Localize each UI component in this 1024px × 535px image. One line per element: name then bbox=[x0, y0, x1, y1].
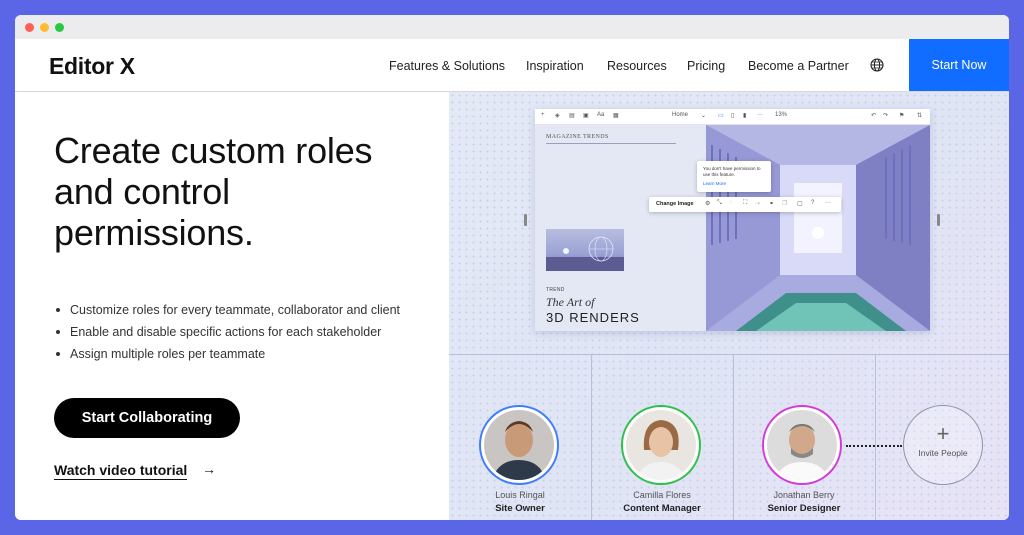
link-icon[interactable]: ⚭ bbox=[769, 200, 774, 207]
tablet-view-icon[interactable]: ▯ bbox=[731, 112, 734, 119]
media-icon[interactable]: ▣ bbox=[583, 112, 589, 119]
comment-icon[interactable]: ▢ bbox=[797, 200, 803, 207]
invite-people-button[interactable]: + Invite People bbox=[903, 405, 983, 485]
magazine-section: MAGAZINE TRENDS TREND The Art of 3D REND… bbox=[535, 125, 706, 331]
member-name: Camilla Flores bbox=[633, 490, 691, 500]
product-illustration: + ◈ ▤ ▣ Aa ▦ Home ⌄ ▭ ▯ ▮ ··· 13% ↶ ↷ ⚑ … bbox=[449, 92, 1009, 520]
help-icon[interactable]: ? bbox=[811, 200, 814, 206]
editor-x-logo[interactable]: Editor X bbox=[49, 53, 135, 80]
globe-icon[interactable] bbox=[870, 58, 884, 72]
more-options-icon[interactable]: ··· bbox=[825, 200, 831, 206]
nav-features-solutions[interactable]: Features & Solutions bbox=[389, 59, 505, 73]
crop-icon[interactable]: ⤡ bbox=[717, 200, 722, 207]
feature-item-customize: Customize roles for every teammate, coll… bbox=[54, 299, 400, 321]
nav-pricing[interactable]: Pricing bbox=[687, 59, 725, 73]
section-divider bbox=[449, 354, 1009, 355]
invite-people-label: Invite People bbox=[918, 448, 968, 458]
editor-toolbar: + ◈ ▤ ▣ Aa ▦ Home ⌄ ▭ ▯ ▮ ··· 13% ↶ ↷ ⚑ … bbox=[535, 109, 930, 125]
learn-more-link[interactable]: Learn More bbox=[703, 181, 726, 186]
site-header: Editor X Features & Solutions Inspiratio… bbox=[15, 39, 1009, 92]
resize-handle-left[interactable] bbox=[524, 214, 527, 226]
animation-icon[interactable]: ⇢ bbox=[755, 200, 760, 207]
nav-inspiration[interactable]: Inspiration bbox=[526, 59, 584, 73]
add-icon[interactable]: + bbox=[541, 112, 545, 118]
connector-dots bbox=[846, 445, 902, 447]
mobile-view-icon[interactable]: ▮ bbox=[743, 112, 746, 119]
column-divider-2 bbox=[733, 355, 734, 520]
member-role: Senior Designer bbox=[767, 503, 841, 514]
avatar[interactable] bbox=[762, 405, 842, 485]
gear-icon[interactable]: ⚙ bbox=[705, 200, 710, 207]
permission-message: You don't have permission to use this fe… bbox=[703, 166, 761, 177]
image-action-bar: Change Image ⚙ ⤡ ◌ ⛶ ⇢ ⚭ ❐ ▢ ? ··· bbox=[649, 197, 841, 212]
plus-icon: + bbox=[936, 421, 950, 446]
maximize-window-dot[interactable] bbox=[55, 23, 64, 32]
text-icon[interactable]: Aa bbox=[597, 112, 604, 118]
magazine-label: MAGAZINE TRENDS bbox=[546, 134, 609, 140]
hero-headline: Create custom roles and control permissi… bbox=[54, 130, 373, 253]
feature-item-enable: Enable and disable specific actions for … bbox=[54, 321, 400, 343]
filter-icon[interactable]: ◌ bbox=[729, 200, 733, 206]
member-name: Louis Ringal bbox=[495, 490, 545, 500]
permission-tooltip: You don't have permission to use this fe… bbox=[697, 161, 771, 192]
member-role: Site Owner bbox=[495, 503, 545, 514]
member-name: Jonathan Berry bbox=[773, 490, 835, 500]
trend-label: TREND bbox=[546, 287, 565, 293]
more-icon[interactable]: ··· bbox=[757, 112, 763, 118]
watch-video-link[interactable]: Watch video tutorial bbox=[54, 462, 188, 480]
fit-icon[interactable]: ⛶ bbox=[743, 200, 747, 207]
editor-mockup: + ◈ ▤ ▣ Aa ▦ Home ⌄ ▭ ▯ ▮ ··· 13% ↶ ↷ ⚑ … bbox=[535, 109, 930, 331]
art-title: The Art of bbox=[546, 295, 595, 309]
comments-icon[interactable]: ⚑ bbox=[899, 112, 904, 119]
undo-icon[interactable]: ↶ bbox=[871, 112, 876, 119]
grid-icon[interactable]: ▦ bbox=[613, 112, 619, 119]
settings-icon[interactable]: ⇅ bbox=[917, 112, 922, 119]
start-collaborating-button[interactable]: Start Collaborating bbox=[54, 398, 240, 438]
avatar-photo bbox=[767, 410, 837, 480]
member-role: Content Manager bbox=[623, 503, 701, 514]
copy-icon[interactable]: ❐ bbox=[782, 200, 787, 207]
renders-title: 3D RENDERS bbox=[546, 310, 640, 325]
avatar-photo bbox=[484, 410, 554, 480]
avatar-photo bbox=[626, 410, 696, 480]
arrow-right-icon: → bbox=[202, 461, 216, 477]
3d-render-image[interactable] bbox=[706, 125, 930, 331]
desktop-view-icon[interactable]: ▭ bbox=[718, 112, 724, 119]
change-image-button[interactable]: Change Image bbox=[656, 201, 694, 207]
browser-window: Editor X Features & Solutions Inspiratio… bbox=[15, 15, 1009, 520]
pages-icon[interactable]: ▤ bbox=[569, 112, 575, 119]
close-window-dot[interactable] bbox=[25, 23, 34, 32]
sphere-render-thumbnail[interactable] bbox=[546, 229, 624, 271]
column-divider-1 bbox=[591, 355, 592, 520]
avatar[interactable] bbox=[479, 405, 559, 485]
title-underline bbox=[546, 143, 676, 144]
resize-handle-right[interactable] bbox=[937, 214, 940, 226]
zoom-readout[interactable]: 13% bbox=[775, 112, 787, 118]
start-now-button[interactable]: Start Now bbox=[909, 39, 1009, 91]
feature-item-assign: Assign multiple roles per teammate bbox=[54, 343, 400, 365]
avatar[interactable] bbox=[621, 405, 701, 485]
layers-icon[interactable]: ◈ bbox=[555, 112, 560, 119]
nav-resources[interactable]: Resources bbox=[607, 59, 667, 73]
feature-list: Customize roles for every teammate, coll… bbox=[54, 299, 400, 365]
page-select[interactable]: Home bbox=[672, 112, 688, 118]
hero-panel: Create custom roles and control permissi… bbox=[15, 92, 449, 520]
browser-chrome bbox=[15, 15, 1009, 39]
chevron-down-icon[interactable]: ⌄ bbox=[701, 112, 706, 119]
nav-become-partner[interactable]: Become a Partner bbox=[748, 59, 849, 73]
column-divider-3 bbox=[875, 355, 876, 520]
redo-icon[interactable]: ↷ bbox=[883, 112, 888, 119]
minimize-window-dot[interactable] bbox=[40, 23, 49, 32]
